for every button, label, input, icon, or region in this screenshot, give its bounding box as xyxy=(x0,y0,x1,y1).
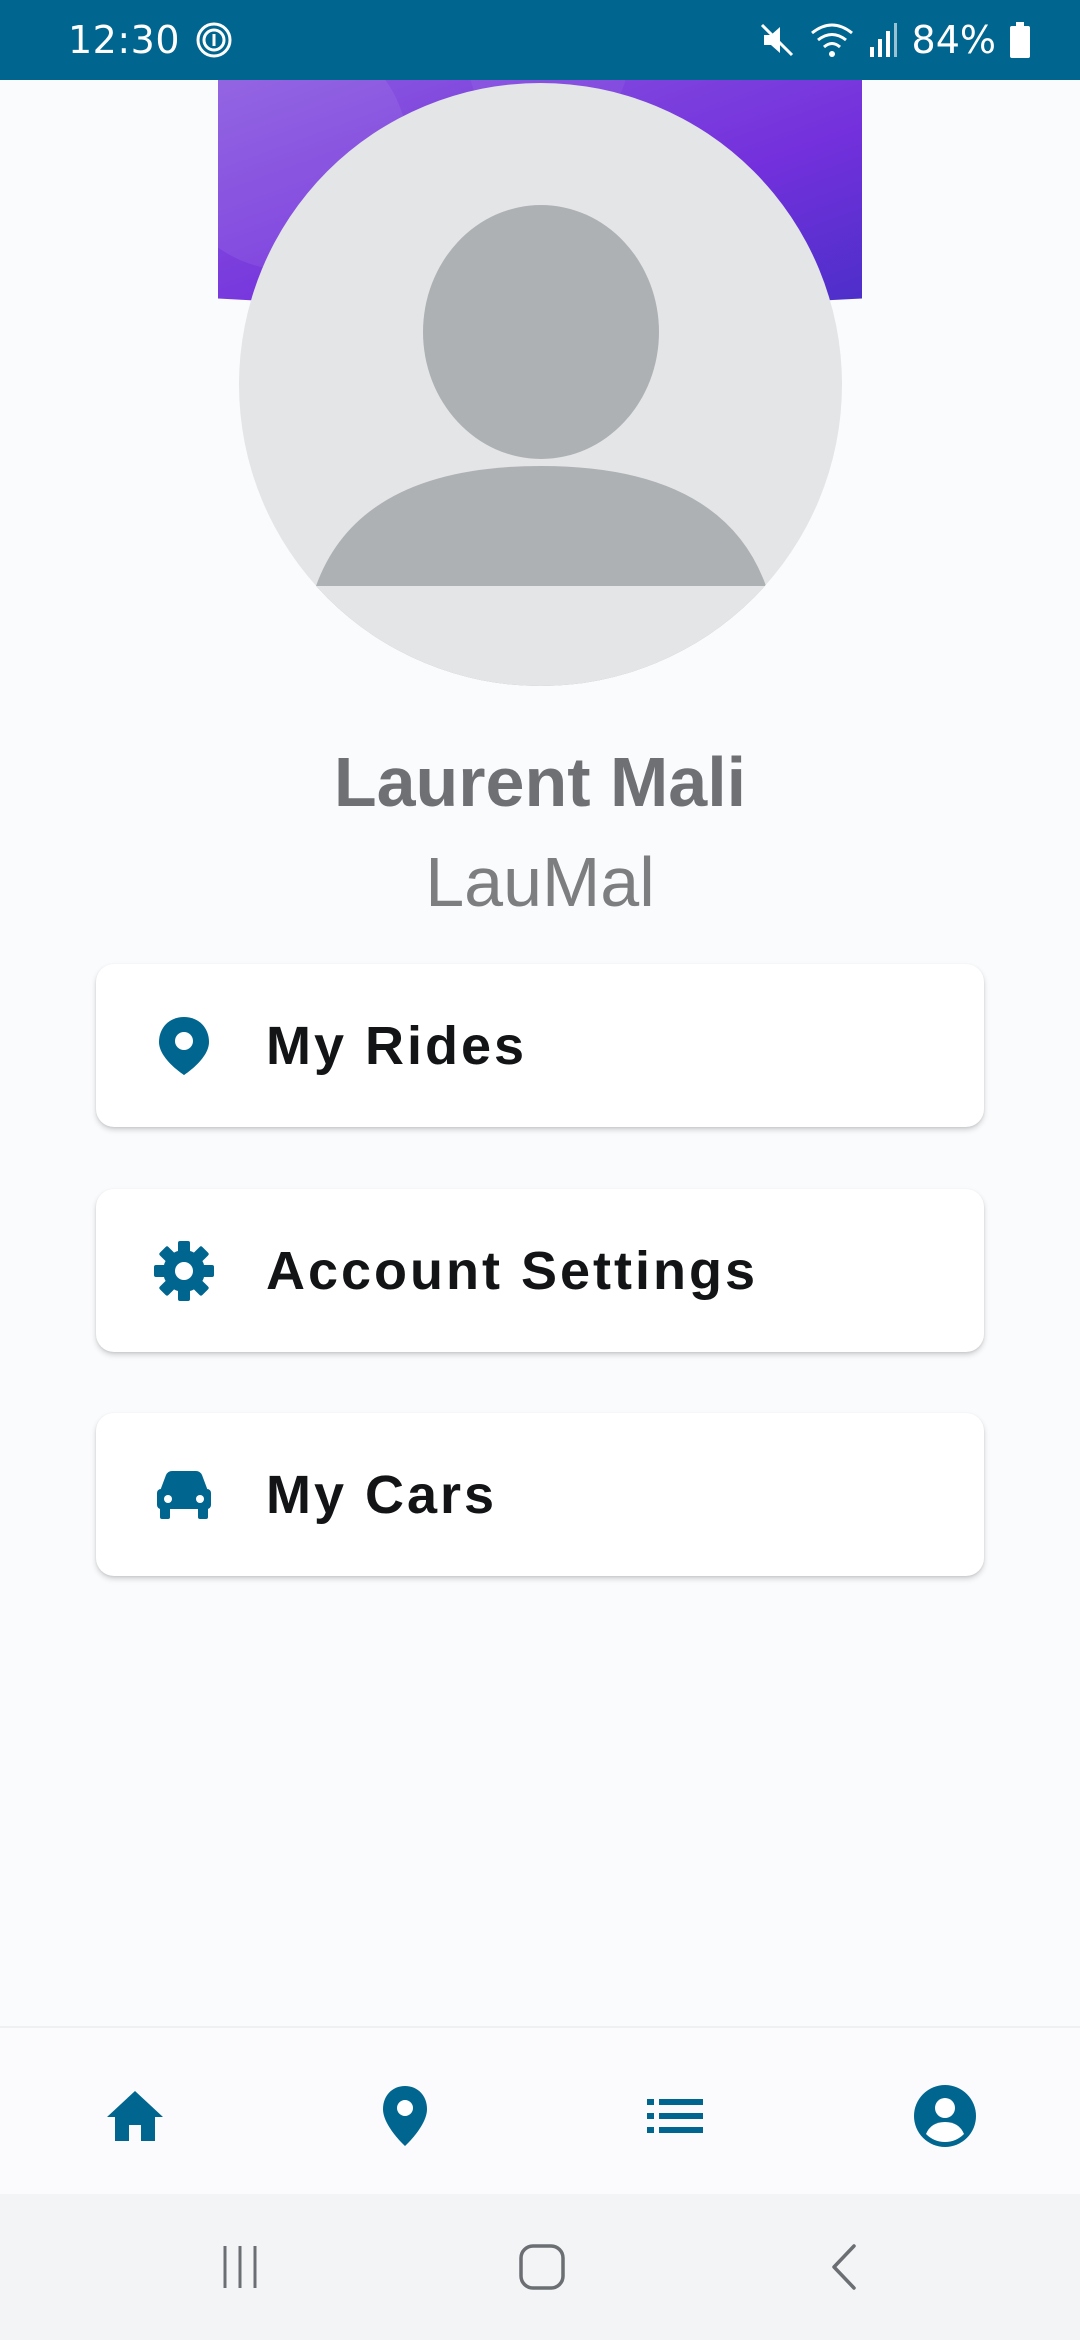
nav-home-button[interactable] xyxy=(99,2080,171,2152)
recent-apps-icon xyxy=(223,2246,257,2288)
home-button-icon xyxy=(519,2244,565,2290)
list-icon xyxy=(647,2099,703,2133)
home-icon xyxy=(107,2091,163,2141)
status-right: 84% xyxy=(758,18,1030,62)
battery-percent: 84% xyxy=(911,18,996,62)
system-navigation-bar xyxy=(0,2194,1080,2340)
vpn-ring-icon xyxy=(194,20,234,60)
location-pin-icon xyxy=(383,2086,427,2146)
car-icon xyxy=(147,1458,221,1532)
gear-icon xyxy=(147,1234,221,1308)
recent-apps-button[interactable] xyxy=(207,2234,273,2300)
my-cars-label: My Cars xyxy=(266,1464,498,1525)
default-person-icon xyxy=(239,205,842,686)
bottom-navigation xyxy=(0,2026,1080,2194)
account-settings-label: Account Settings xyxy=(266,1240,759,1301)
my-cars-button[interactable]: My Cars xyxy=(96,1413,984,1576)
signal-icon xyxy=(868,21,898,59)
wifi-icon xyxy=(810,21,854,59)
status-bar: 12:30 84% xyxy=(0,0,1080,80)
system-home-button[interactable] xyxy=(509,2234,575,2300)
my-rides-button[interactable]: My Rides xyxy=(96,964,984,1127)
location-pin-icon xyxy=(147,1009,221,1083)
mute-icon xyxy=(758,21,796,59)
account-circle-icon xyxy=(914,2085,976,2147)
account-settings-button[interactable]: Account Settings xyxy=(96,1189,984,1352)
my-rides-label: My Rides xyxy=(266,1015,528,1076)
avatar[interactable] xyxy=(239,83,842,686)
nav-list-button[interactable] xyxy=(639,2080,711,2152)
profile-username: LauMal xyxy=(425,843,655,921)
back-icon xyxy=(832,2244,856,2290)
back-button[interactable] xyxy=(812,2234,878,2300)
nav-map-button[interactable] xyxy=(369,2080,441,2152)
status-time: 12:30 xyxy=(68,18,181,62)
battery-icon xyxy=(1010,22,1030,58)
nav-profile-button[interactable] xyxy=(909,2080,981,2152)
profile-full-name: Laurent Mali xyxy=(333,743,747,821)
status-left: 12:30 xyxy=(68,18,234,62)
